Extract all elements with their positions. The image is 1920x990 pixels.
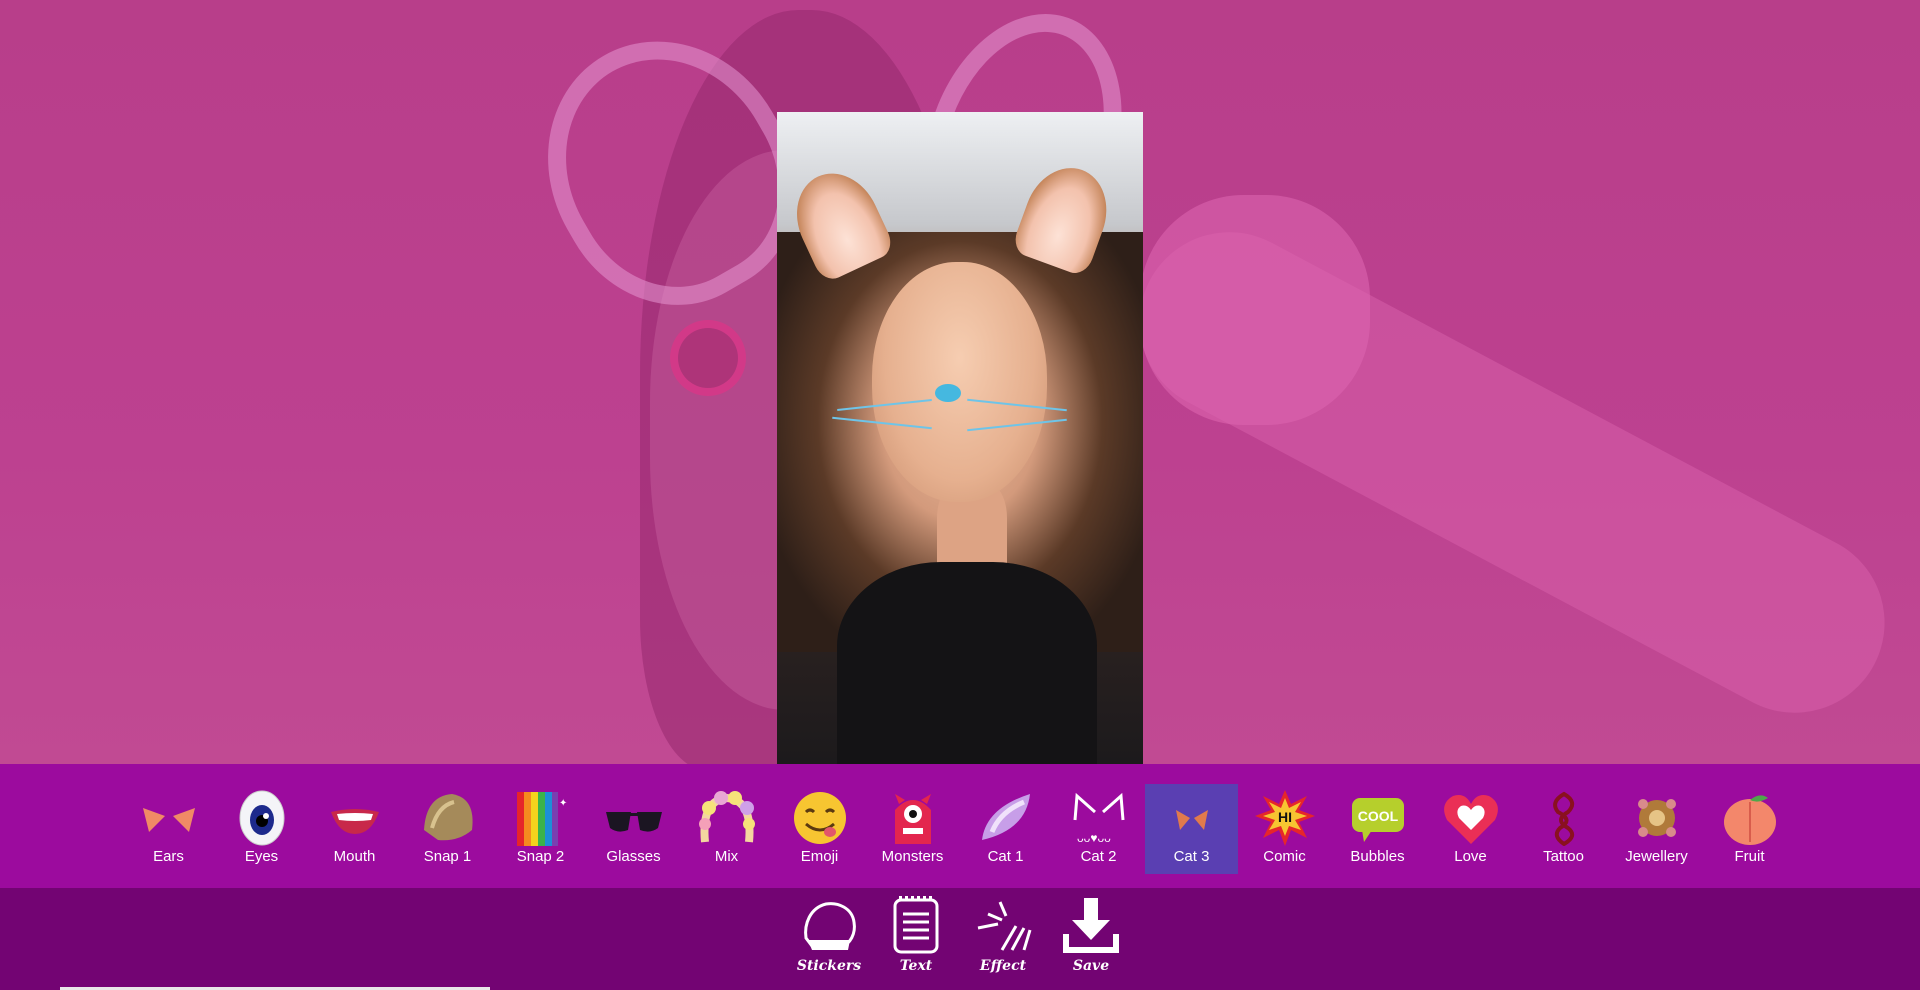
sticker-category-label: Bubbles xyxy=(1350,848,1405,865)
snap1-icon xyxy=(418,790,478,846)
sticker-category-label: Tattoo xyxy=(1543,848,1584,865)
sticker-category-label: Fruit xyxy=(1734,848,1765,865)
photo-face xyxy=(872,262,1047,502)
glasses-icon xyxy=(604,790,664,846)
sticker-category-label: Monsters xyxy=(881,848,944,865)
ears-icon xyxy=(139,790,199,846)
cat3-icon xyxy=(1162,790,1222,846)
sticker-category-label: Mouth xyxy=(333,848,376,865)
sticker-category-mix[interactable]: Mix xyxy=(680,784,773,874)
sticker-category-label: Cat 1 xyxy=(987,848,1024,865)
comic-text: HI xyxy=(1278,809,1292,825)
sticker-category-tattoo[interactable]: Tattoo xyxy=(1517,784,1610,874)
sticker-category-emoji[interactable]: Emoji xyxy=(773,784,866,874)
sticker-category-eyes[interactable]: Eyes xyxy=(215,784,308,874)
bubbles-icon: COOL xyxy=(1348,790,1408,846)
sticker-category-snap-2[interactable]: ✦ Snap 2 xyxy=(494,784,587,874)
tool-bar: Stickers Text Effect Save xyxy=(0,888,1920,990)
text-label: Text xyxy=(899,958,933,974)
sticker-category-comic[interactable]: HI Comic xyxy=(1238,784,1331,874)
mix-icon xyxy=(697,790,757,846)
bubble-text: COOL xyxy=(1357,808,1398,824)
photo-canvas[interactable] xyxy=(777,112,1143,764)
sticker-category-cat-2[interactable]: ᴗᴗ♥ᴗᴗ Cat 2 xyxy=(1052,784,1145,874)
sticker-category-cat-3[interactable]: Cat 3 xyxy=(1145,784,1238,874)
sticker-category-monsters[interactable]: Monsters xyxy=(866,784,959,874)
text-icon xyxy=(893,896,939,954)
sticker-category-cat-1[interactable]: Cat 1 xyxy=(959,784,1052,874)
sticker-category-label: Snap 2 xyxy=(516,848,565,865)
stickers-button[interactable]: Stickers xyxy=(792,894,866,986)
sticker-category-fruit[interactable]: Fruit xyxy=(1703,784,1796,874)
effect-label: Effect xyxy=(979,958,1027,974)
sticker-category-label: Jewellery xyxy=(1625,848,1688,865)
fruit-icon xyxy=(1720,790,1780,846)
stickers-label: Stickers xyxy=(796,958,862,974)
background-lens xyxy=(670,320,746,396)
sticker-category-mouth[interactable]: Mouth xyxy=(308,784,401,874)
sticker-category-bubbles[interactable]: COOL Bubbles xyxy=(1331,784,1424,874)
mouth-icon xyxy=(325,790,385,846)
snap2-icon: ✦ xyxy=(511,790,571,846)
sticker-category-label: Ears xyxy=(153,848,184,865)
sticker-category-jewellery[interactable]: Jewellery xyxy=(1610,784,1703,874)
jewellery-icon xyxy=(1627,790,1687,846)
svg-text:✦: ✦ xyxy=(559,798,567,809)
sticker-category-label: Snap 1 xyxy=(423,848,472,865)
sticker-category-label: Glasses xyxy=(606,848,661,865)
sticker-category-label: Eyes xyxy=(244,848,279,865)
sticker-category-snap-1[interactable]: Snap 1 xyxy=(401,784,494,874)
sticker-category-bar: Ears Eyes Mouth Snap 1 ✦ Snap 2 Glasses Mix Emoj… xyxy=(0,764,1920,888)
sticker-category-label: Love xyxy=(1454,848,1487,865)
effect-icon xyxy=(977,901,1032,951)
cat-nose-sticker[interactable] xyxy=(935,384,961,402)
emoji-icon xyxy=(790,790,850,846)
effect-button[interactable]: Effect xyxy=(966,894,1040,986)
sticker-category-label: Cat 3 xyxy=(1173,848,1210,865)
photo-body xyxy=(837,562,1097,764)
monsters-icon xyxy=(883,790,943,846)
comic-icon: HI xyxy=(1254,790,1315,846)
svg-text:ᴗᴗ♥ᴗᴗ: ᴗᴗ♥ᴗᴗ xyxy=(1077,831,1111,845)
cat1-icon xyxy=(976,790,1036,846)
sticker-category-love[interactable]: Love xyxy=(1424,784,1517,874)
sticker-category-label: Comic xyxy=(1263,848,1306,865)
text-button[interactable]: Text xyxy=(879,894,953,986)
save-label: Save xyxy=(1072,958,1110,974)
background-hand xyxy=(1140,195,1370,425)
sticker-category-label: Emoji xyxy=(800,848,839,865)
tattoo-icon xyxy=(1534,790,1594,847)
cat2-icon: ᴗᴗ♥ᴗᴗ xyxy=(1069,790,1129,846)
sticker-category-label: Mix xyxy=(714,848,739,865)
eyes-icon xyxy=(232,790,292,846)
sticker-category-label: Cat 2 xyxy=(1080,848,1117,865)
sticker-category-ears[interactable]: Ears xyxy=(122,784,215,874)
love-icon xyxy=(1441,790,1501,846)
sticker-category-glasses[interactable]: Glasses xyxy=(587,784,680,874)
stickers-icon xyxy=(804,902,856,950)
save-button[interactable]: Save xyxy=(1054,894,1128,986)
save-icon xyxy=(1063,898,1119,953)
